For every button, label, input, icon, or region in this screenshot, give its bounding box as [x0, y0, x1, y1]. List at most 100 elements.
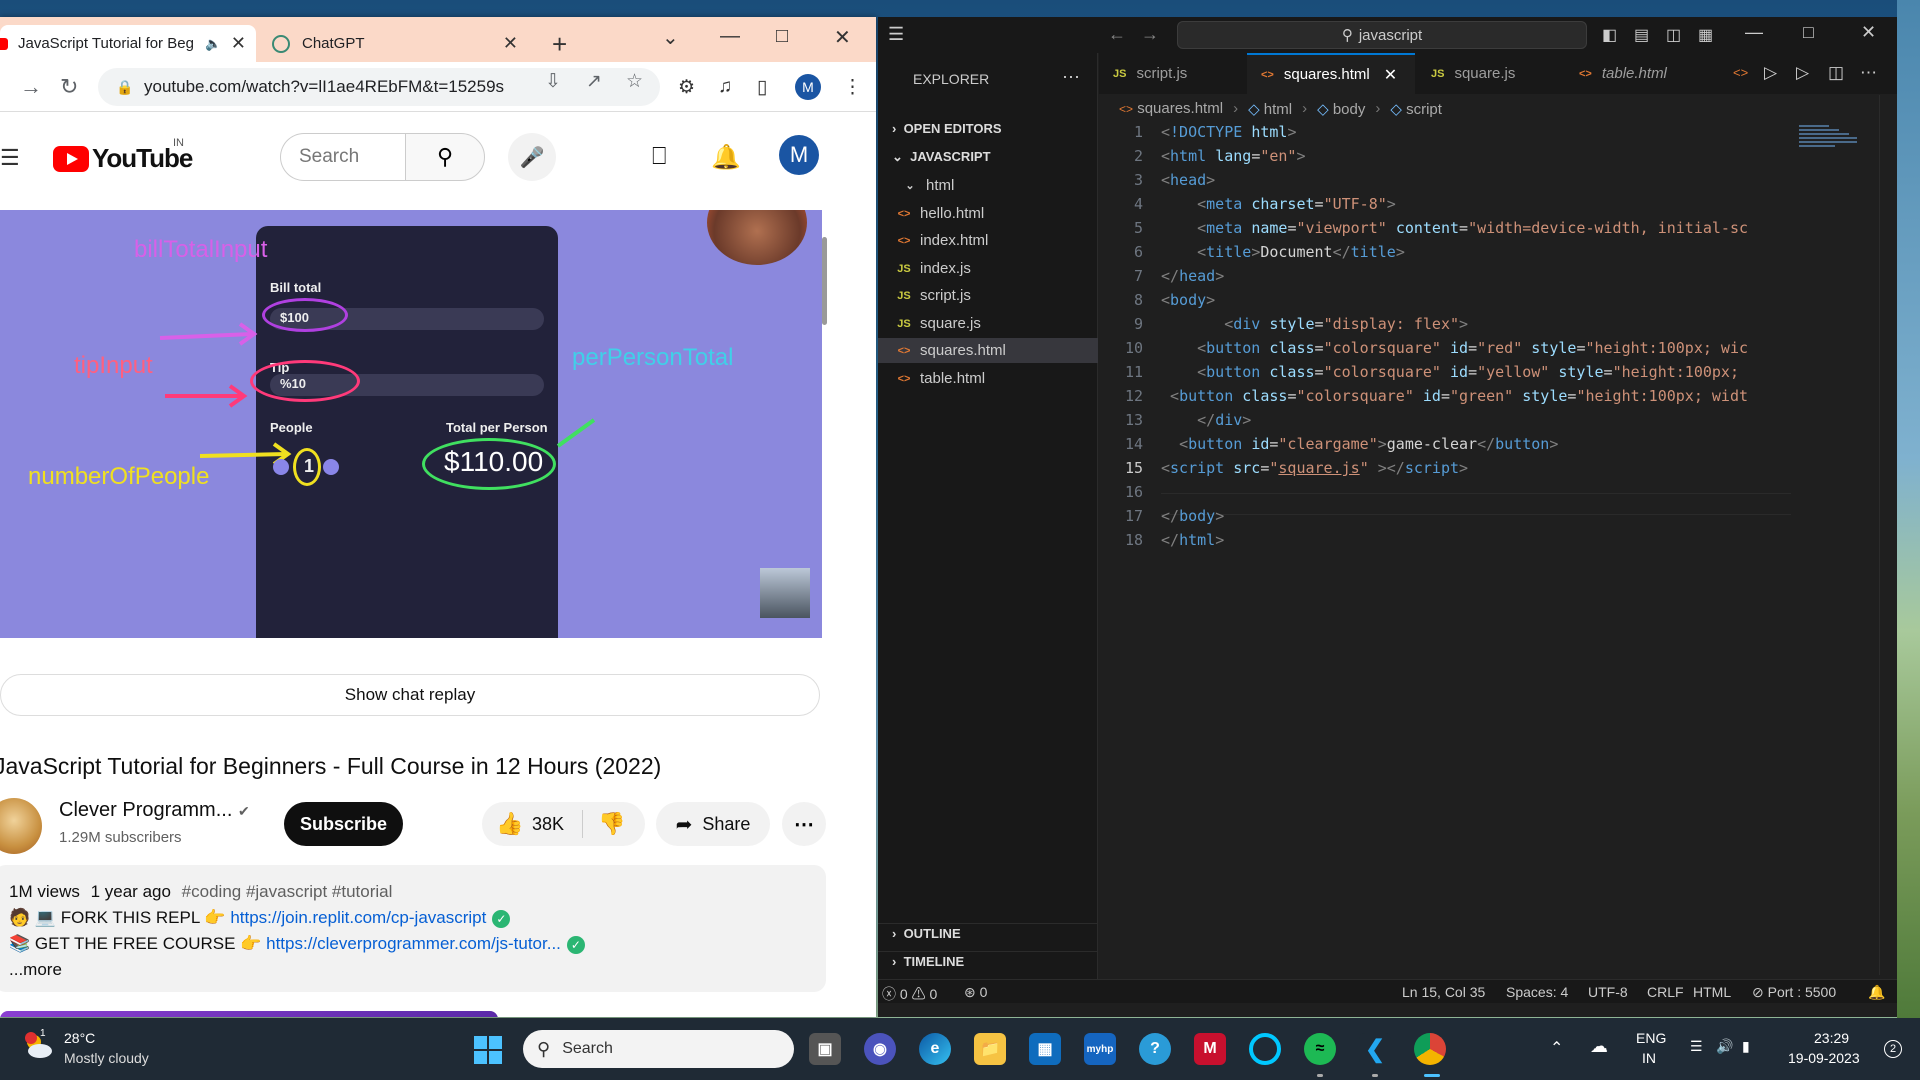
close-window-button[interactable]: ✕: [1861, 22, 1876, 43]
split-editor-icon[interactable]: ◫: [1828, 63, 1844, 83]
language-bottom[interactable]: IN: [1642, 1050, 1656, 1066]
weather-description[interactable]: Mostly cloudy: [64, 1050, 149, 1066]
weather-temperature[interactable]: 28°C: [64, 1030, 95, 1046]
help-icon[interactable]: ?: [1139, 1033, 1171, 1065]
customize-layout-icon[interactable]: ▦: [1698, 25, 1713, 45]
mcafee-icon[interactable]: M: [1194, 1033, 1226, 1065]
reload-icon[interactable]: ↻: [60, 74, 78, 100]
forward-arrow-icon[interactable]: →: [1141, 24, 1159, 45]
cortana-icon[interactable]: [1249, 1033, 1281, 1065]
microsoft-store-icon[interactable]: ▦: [1029, 1033, 1061, 1065]
onedrive-cloud-icon[interactable]: ☁: [1590, 1036, 1608, 1057]
toggle-panel-icon[interactable]: ▤: [1634, 25, 1649, 45]
maximize-button[interactable]: □: [1803, 22, 1814, 43]
run-icon[interactable]: ▷: [1764, 63, 1777, 83]
minimize-button[interactable]: —: [1745, 22, 1763, 43]
replit-link[interactable]: https://join.replit.com/cp-javascript: [230, 908, 486, 927]
youtube-logo[interactable]: YouTube IN: [53, 137, 193, 174]
close-window-button[interactable]: ✕: [834, 25, 851, 50]
close-tab-icon[interactable]: ✕: [1384, 65, 1397, 85]
tree-item-index-html[interactable]: <> index.html: [878, 228, 1098, 253]
chrome-icon[interactable]: [1414, 1033, 1446, 1065]
page-scrollbar[interactable]: [822, 213, 828, 673]
tree-item-script-js[interactable]: JS script.js: [878, 283, 1098, 308]
tab-youtube[interactable]: JavaScript Tutorial for Beg 🔈 ✕: [0, 25, 256, 62]
myhp-icon[interactable]: myhp: [1084, 1033, 1116, 1065]
youtube-search-button[interactable]: ⚲: [405, 133, 485, 181]
indentation[interactable]: Spaces: 4: [1506, 984, 1568, 1000]
timeline-section[interactable]: › TIMELINE: [892, 954, 964, 969]
channel-avatar[interactable]: [0, 798, 42, 854]
file-explorer-icon[interactable]: 📁: [974, 1033, 1006, 1065]
editor-scrollbar[interactable]: [1879, 95, 1893, 975]
outline-section[interactable]: › OUTLINE: [892, 926, 961, 941]
teams-chat-icon[interactable]: ◉: [864, 1033, 896, 1065]
channel-name[interactable]: Clever Programm...: [59, 799, 232, 822]
tab-search-chevron-icon[interactable]: ⌄: [662, 25, 679, 50]
edge-icon[interactable]: e: [919, 1033, 951, 1065]
chrome-menu-icon[interactable]: ⋮: [843, 76, 862, 99]
thumbs-down-icon[interactable]: 👎: [598, 811, 625, 837]
more-actions-button[interactable]: ⋯: [782, 802, 826, 846]
speaker-icon[interactable]: 🔈: [205, 36, 221, 52]
encoding[interactable]: UTF-8: [1588, 984, 1628, 1000]
cursor-position[interactable]: Ln 15, Col 35: [1402, 984, 1485, 1000]
close-tab-icon[interactable]: ✕: [503, 33, 518, 54]
vscode-icon[interactable]: ❮: [1359, 1033, 1391, 1065]
account-avatar[interactable]: M: [779, 135, 819, 175]
breadcrumb-file[interactable]: <> squares.html: [1119, 100, 1223, 118]
editor-tab-square-js[interactable]: JS square.js: [1417, 53, 1563, 94]
minimap[interactable]: [1799, 123, 1861, 163]
breadcrumb-script[interactable]: ◇ script: [1390, 100, 1442, 118]
notifications-bell-icon[interactable]: 🔔: [1868, 984, 1885, 1001]
like-count[interactable]: 38K: [532, 814, 564, 835]
taskbar-search[interactable]: ⚲ Search: [523, 1030, 794, 1068]
breadcrumb-html[interactable]: ◇ html: [1248, 100, 1292, 118]
show-more-link[interactable]: ...more: [9, 957, 826, 983]
subscribe-button[interactable]: Subscribe: [284, 802, 403, 846]
close-tab-icon[interactable]: ✕: [231, 33, 246, 54]
battery-icon[interactable]: ▮: [1742, 1038, 1750, 1055]
problems-indicator[interactable]: ⓧ 0 ⚠ 0: [882, 984, 937, 1004]
address-bar[interactable]: 🔒 youtube.com/watch?v=lI1ae4REbFM&t=1525…: [98, 68, 660, 106]
wifi-icon[interactable]: ☰: [1690, 1038, 1703, 1055]
share-page-icon[interactable]: ↗: [586, 70, 602, 93]
show-hidden-icons-chevron-icon[interactable]: ⌃: [1550, 1038, 1563, 1058]
live-server-port[interactable]: ⊘ Port : 5500: [1752, 984, 1836, 1001]
profile-avatar[interactable]: M: [795, 74, 821, 100]
editor-tab-table-html[interactable]: <> table.html: [1565, 53, 1715, 94]
line-ending[interactable]: CRLF: [1647, 984, 1684, 1000]
notifications-bell-icon[interactable]: 🔔: [711, 143, 741, 172]
clock-date[interactable]: 19-09-2023: [1788, 1050, 1860, 1066]
language-mode[interactable]: HTML: [1693, 984, 1731, 1000]
tree-item-hello-html[interactable]: <> hello.html: [878, 201, 1098, 226]
lock-icon[interactable]: 🔒: [116, 79, 133, 96]
spotify-icon[interactable]: ≈: [1304, 1033, 1336, 1065]
minimize-button[interactable]: —: [720, 25, 740, 48]
clock-time[interactable]: 23:29: [1814, 1030, 1849, 1046]
explorer-more-icon[interactable]: ⋯: [1062, 67, 1080, 88]
new-tab-button[interactable]: +: [552, 31, 567, 57]
tree-item-squares-html[interactable]: <> squares.html: [878, 338, 1098, 363]
task-view-icon[interactable]: ▣: [809, 1033, 841, 1065]
thumbs-up-icon[interactable]: 👍: [496, 811, 523, 837]
hashtags[interactable]: #coding #javascript #tutorial: [182, 882, 393, 901]
debug-run-icon[interactable]: ▷: [1796, 63, 1809, 83]
extensions-icon[interactable]: ⚙: [678, 76, 695, 99]
tab-chatgpt[interactable]: ChatGPT ✕: [262, 25, 532, 62]
bookmark-star-icon[interactable]: ☆: [626, 70, 643, 93]
show-chat-replay-button[interactable]: Show chat replay: [0, 674, 820, 716]
forward-icon[interactable]: →: [20, 74, 42, 100]
breadcrumb-body[interactable]: ◇ body: [1317, 100, 1365, 118]
tree-item-index-js[interactable]: JS index.js: [878, 256, 1098, 281]
course-link[interactable]: https://cleverprogrammer.com/js-tutor...: [266, 934, 561, 953]
cloudy-weather-icon[interactable]: [22, 1032, 54, 1060]
open-editors-section[interactable]: › OPEN EDITORS: [892, 121, 1002, 136]
folder-section[interactable]: ⌄ JAVASCRIPT: [892, 149, 991, 165]
video-player[interactable]: Bill total $100 Tip %10 People Total per…: [0, 210, 822, 638]
editor-tab-squares-html[interactable]: <> squares.html ✕: [1247, 53, 1415, 94]
notification-count[interactable]: 2: [1884, 1040, 1902, 1058]
media-controls-icon[interactable]: ♫: [718, 76, 732, 98]
command-center[interactable]: ⚲ javascript: [1177, 21, 1587, 49]
maximize-button[interactable]: □: [776, 25, 788, 48]
